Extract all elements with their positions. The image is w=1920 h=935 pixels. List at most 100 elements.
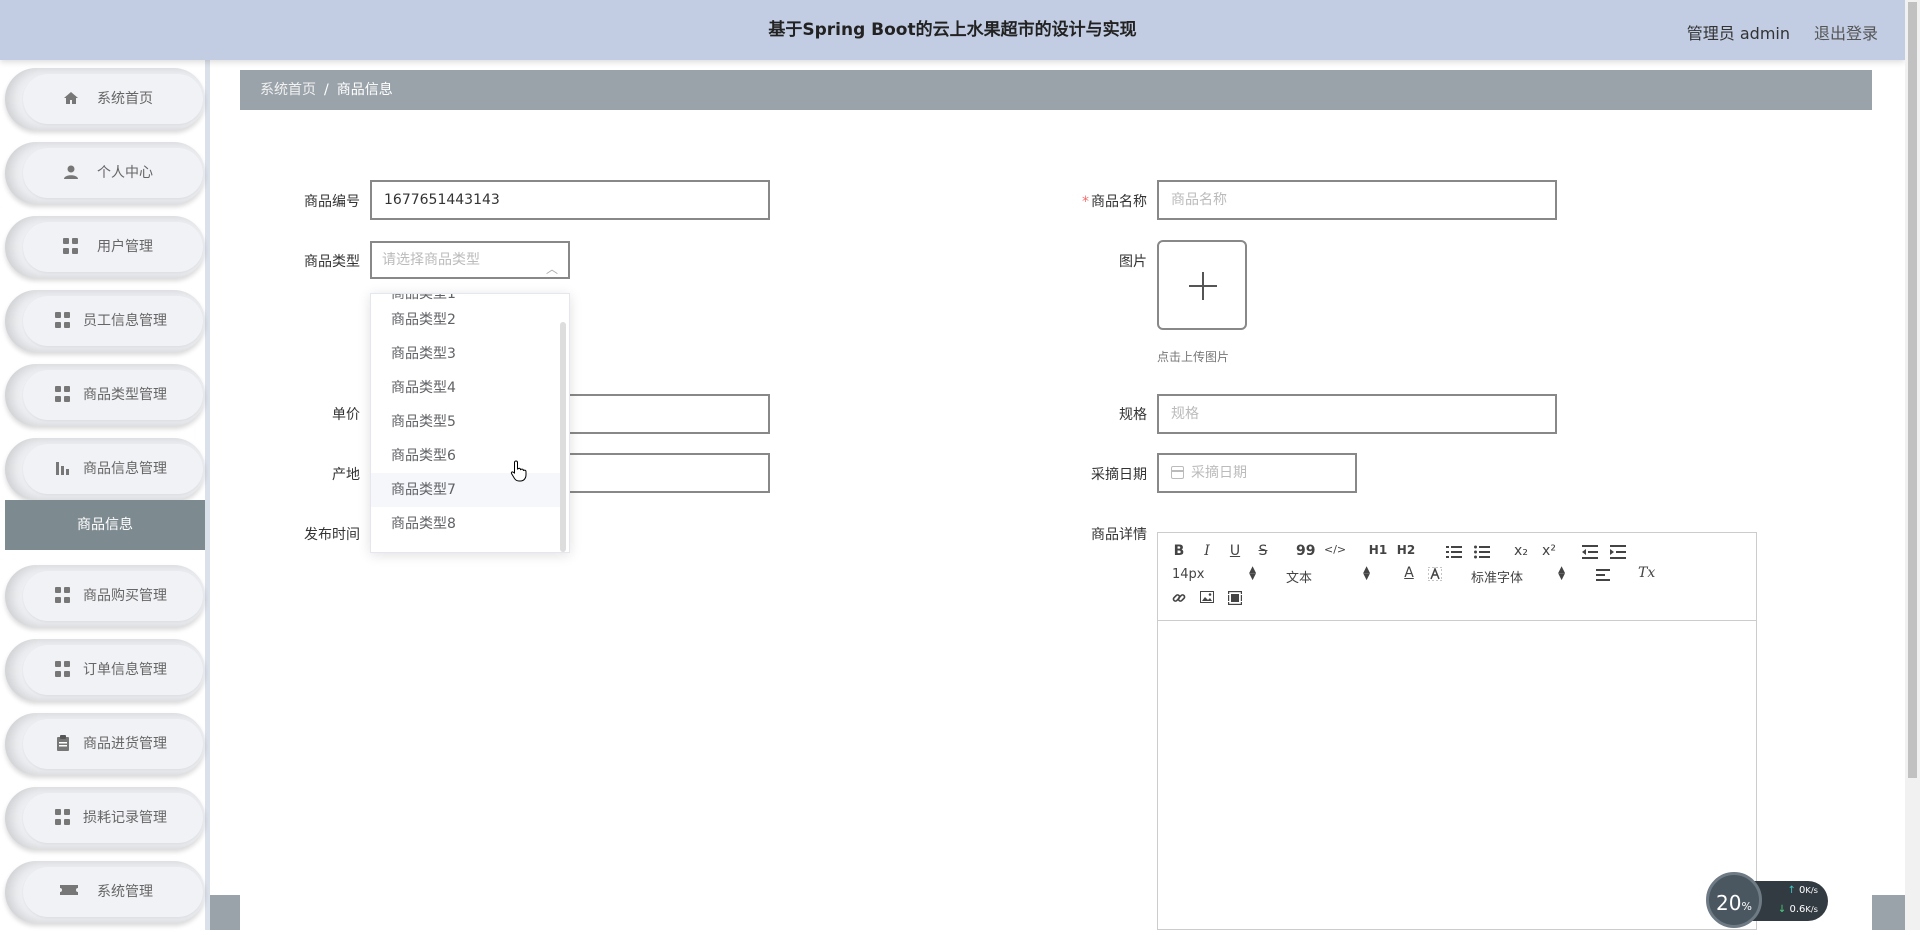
sidebar-item-label: 系统首页 <box>97 91 153 107</box>
image-upload[interactable] <box>1157 240 1247 330</box>
type-select[interactable]: 请选择商品类型 ︿ <box>370 241 570 279</box>
dropdown-option-hovered[interactable]: 商品类型7 <box>371 473 561 507</box>
indent-icon[interactable] <box>1610 545 1626 559</box>
select-arrows-icon: ▲ ▼ <box>1249 565 1256 582</box>
dropdown-option[interactable]: 商品类型4 <box>371 371 561 405</box>
logout-link[interactable]: 退出登录 <box>1814 20 1878 44</box>
sidebar-item-system[interactable]: 系统管理 <box>5 861 205 923</box>
sidebar-item-label: 商品信息管理 <box>83 461 167 477</box>
sidebar-item-users[interactable]: 用户管理 <box>5 216 205 278</box>
link-icon[interactable] <box>1172 591 1186 605</box>
scrollbar-thumb[interactable] <box>1908 2 1917 778</box>
network-speed-widget[interactable]: ↑ 0K/s ↓ 0.6K/s 20% <box>1706 872 1828 928</box>
sidebar-item-label: 损耗记录管理 <box>83 810 167 826</box>
price-label: 单价 <box>332 407 360 423</box>
breadcrumb-home[interactable]: 系统首页 <box>260 82 316 98</box>
paragraph-select[interactable]: 文本 ▲ ▼ <box>1286 565 1370 587</box>
download-arrow-icon: ↓ <box>1777 904 1787 915</box>
sidebar-item-label: 系统管理 <box>97 884 153 900</box>
sidebar-item-purchases[interactable]: 商品购买管理 <box>5 565 205 627</box>
breadcrumb-separator: / <box>324 82 329 98</box>
sidebar-item-label: 用户管理 <box>97 239 153 255</box>
page-scrollbar[interactable] <box>1905 0 1920 930</box>
background-color-icon[interactable] <box>1428 567 1442 581</box>
video-icon[interactable] <box>1228 591 1242 605</box>
sidebar-item-label: 商品类型管理 <box>83 387 167 403</box>
outdent-icon[interactable] <box>1582 545 1598 559</box>
detail-label: 商品详情 <box>1091 527 1147 543</box>
sidebar-item-loss-records[interactable]: 损耗记录管理 <box>5 787 205 849</box>
name-field[interactable]: 商品名称 <box>1157 180 1557 220</box>
superscript-button[interactable]: x² <box>1540 543 1558 559</box>
select-arrows-icon: ▲ ▼ <box>1558 565 1565 582</box>
bold-button[interactable]: B <box>1172 543 1186 559</box>
sidebar-item-staff[interactable]: 员工信息管理 <box>5 290 205 352</box>
font-color-button[interactable]: A <box>1402 565 1416 581</box>
sidebar-item-profile[interactable]: 个人中心 <box>5 142 205 204</box>
required-asterisk: * <box>1082 194 1089 210</box>
bullet-list-icon[interactable] <box>1474 545 1490 559</box>
image-label: 图片 <box>1119 254 1147 270</box>
rich-text-editor: B I U S 99 </> H1 H2 x₂ x² 14px ▲ ▼ 文本 ▲ ▼ A… <box>1157 532 1757 930</box>
dropdown-option[interactable]: 商品类型2 <box>371 303 561 337</box>
sidebar-item-home[interactable]: 系统首页 <box>5 68 205 130</box>
bottom-bar-left <box>210 895 240 930</box>
font-size-select[interactable]: 14px ▲ ▼ <box>1172 565 1256 583</box>
dropdown-option[interactable]: 商品类型5 <box>371 405 561 439</box>
sidebar-item-label: 个人中心 <box>97 165 153 181</box>
align-icon[interactable] <box>1596 569 1610 581</box>
main-content: 系统首页 / 商品信息 商品编号 1677651443143 商品类型 请选择商品类… <box>210 60 1905 930</box>
sidebar: 系统首页 个人中心 用户管理 员工信息管理 商品类型管理 商品信息管理 商品信息… <box>0 60 210 930</box>
subscript-button[interactable]: x₂ <box>1512 543 1530 559</box>
breadcrumb-current: 商品信息 <box>336 82 393 98</box>
dropdown-option[interactable]: 商品类型3 <box>371 337 561 371</box>
font-family-select[interactable]: 标准字体 ▲ ▼ <box>1471 565 1565 587</box>
italic-button[interactable]: I <box>1200 543 1214 559</box>
usage-gauge: 20% <box>1706 872 1762 928</box>
top-header: 基于Spring Boot的云上水果超市的设计与实现 管理员 admin 退出登… <box>0 0 1905 60</box>
sidebar-item-label: 员工信息管理 <box>83 313 167 329</box>
hand-cursor-icon <box>510 460 527 482</box>
code-button[interactable]: </> <box>1324 543 1346 556</box>
download-rate: 0.6 <box>1789 904 1806 915</box>
pick-date-label: 采摘日期 <box>1091 467 1147 483</box>
dropdown-option[interactable]: 商品类型6 <box>371 439 561 473</box>
publish-time-label: 发布时间 <box>304 527 360 543</box>
dropdown-option[interactable]: 商品类型8 <box>371 507 561 541</box>
image-icon[interactable] <box>1200 591 1214 603</box>
ordered-list-icon[interactable] <box>1446 545 1462 559</box>
strike-button[interactable]: S <box>1256 543 1270 559</box>
dropdown-scrollbar[interactable] <box>560 322 566 552</box>
type-label: 商品类型 <box>304 254 360 270</box>
breadcrumb: 系统首页 / 商品信息 <box>240 70 1872 110</box>
quote-button[interactable]: 99 <box>1296 543 1315 559</box>
upload-arrow-icon: ↑ <box>1787 885 1796 896</box>
h1-button[interactable]: H1 <box>1367 543 1389 557</box>
name-label: * 商品名称 <box>1082 194 1147 210</box>
clear-format-button[interactable]: Tx <box>1638 565 1655 581</box>
app-title: 基于Spring Boot的云上水果超市的设计与实现 <box>768 20 1137 40</box>
sidebar-item-orders[interactable]: 订单信息管理 <box>5 639 205 701</box>
h2-button[interactable]: H2 <box>1395 543 1417 557</box>
sidebar-item-products[interactable]: 商品信息管理 <box>5 438 205 500</box>
code-label: 商品编号 <box>304 194 360 210</box>
spec-field[interactable]: 规格 <box>1157 394 1557 434</box>
sidebar-item-label: 订单信息管理 <box>83 662 167 678</box>
chevron-up-icon: ︿ <box>545 262 558 276</box>
pick-date-field[interactable]: 采摘日期 <box>1157 453 1357 493</box>
underline-button[interactable]: U <box>1228 543 1242 559</box>
calendar-icon <box>1171 466 1184 479</box>
select-arrows-icon: ▲ ▼ <box>1363 565 1370 582</box>
editor-content-area[interactable] <box>1158 622 1756 929</box>
sidebar-item-product-types[interactable]: 商品类型管理 <box>5 364 205 426</box>
editor-toolbar: B I U S 99 </> H1 H2 x₂ x² 14px ▲ ▼ 文本 ▲ ▼ A… <box>1158 533 1756 621</box>
bottom-bar-right <box>1872 895 1905 930</box>
current-user: 管理员 admin <box>1686 24 1790 43</box>
upload-tip: 点击上传图片 <box>1157 350 1230 364</box>
type-dropdown: 商品类型1 商品类型2 商品类型3 商品类型4 商品类型5 商品类型6 商品类型… <box>370 293 570 553</box>
code-field[interactable]: 1677651443143 <box>370 180 770 220</box>
spec-label: 规格 <box>1119 407 1147 423</box>
sidebar-item-label: 商品购买管理 <box>83 588 167 604</box>
submenu-product-info[interactable]: 商品信息 <box>5 500 205 550</box>
sidebar-item-stock-in[interactable]: 商品进货管理 <box>5 713 205 775</box>
